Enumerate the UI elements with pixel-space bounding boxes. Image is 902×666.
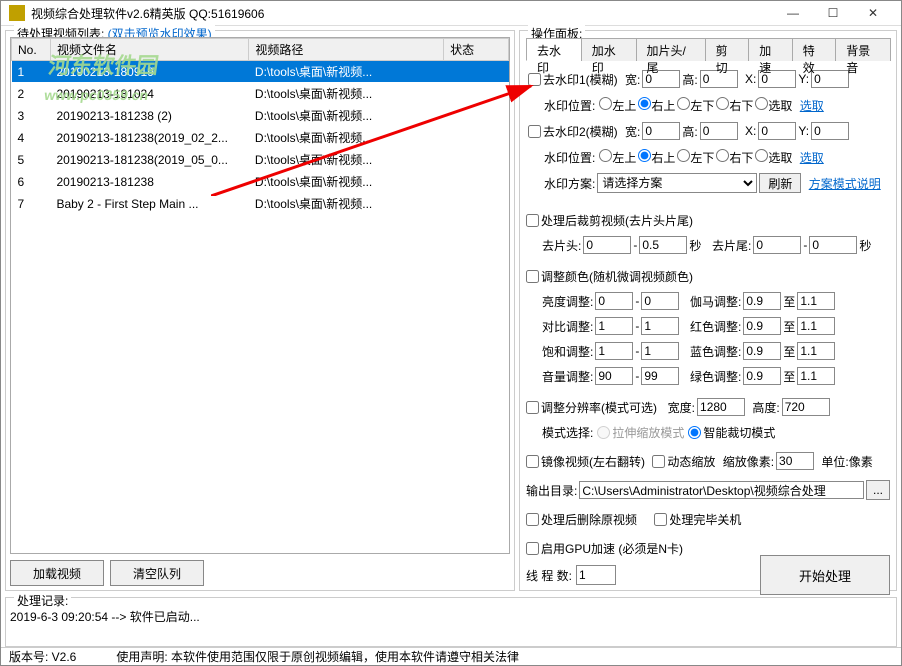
wm2-height[interactable] <box>700 122 738 140</box>
res-mode-smart[interactable] <box>688 426 701 439</box>
color-1-d[interactable] <box>797 317 835 335</box>
wm1pos-0[interactable] <box>599 97 612 110</box>
table-row[interactable]: 7Baby 2 - First Step Main ...D:\tools\桌面… <box>12 193 509 215</box>
wm2-y[interactable] <box>811 122 849 140</box>
tab-4[interactable]: 加速 <box>748 38 793 61</box>
trim-tail1[interactable] <box>753 236 801 254</box>
start-button[interactable]: 开始处理 <box>760 555 890 595</box>
color-2-a[interactable] <box>595 342 633 360</box>
clear-queue-button[interactable]: 清空队列 <box>110 560 204 586</box>
statusbar: 版本号: V2.6 使用声明: 本软件使用范围仅限于原创视频编辑，使用本软件请遵… <box>1 647 901 665</box>
table-row[interactable]: 220190213-181024D:\tools\桌面\新视频... <box>12 83 509 105</box>
color-3-b[interactable] <box>641 367 679 385</box>
color-0-b[interactable] <box>641 292 679 310</box>
table-row[interactable]: 620190213-181238D:\tools\桌面\新视频... <box>12 171 509 193</box>
tab-6[interactable]: 背景音 <box>835 38 891 61</box>
color-2-c[interactable] <box>743 342 781 360</box>
log-line: 2019-6-3 09:20:54 --> 软件已启动... <box>10 608 892 625</box>
app-icon <box>9 5 25 21</box>
table-row[interactable]: 120190213-180919D:\tools\桌面\新视频... <box>12 61 509 83</box>
video-table[interactable]: No. 视频文件名 视频路径 状态 120190213-180919D:\too… <box>10 37 510 554</box>
maximize-button[interactable]: ☐ <box>813 1 853 25</box>
delete-source-checkbox[interactable] <box>526 513 539 526</box>
wm2pos-3[interactable] <box>716 149 729 162</box>
trim-head1[interactable] <box>583 236 631 254</box>
trim-checkbox[interactable] <box>526 214 539 227</box>
log-panel: 处理记录: 2019-6-3 09:20:54 --> 软件已启动... <box>5 597 897 647</box>
tab-0[interactable]: 去水印 <box>526 38 582 61</box>
resolution-checkbox[interactable] <box>526 401 539 414</box>
log-title: 处理记录: <box>14 592 71 609</box>
wm2-width[interactable] <box>642 122 680 140</box>
col-status[interactable]: 状态 <box>444 39 509 61</box>
col-path[interactable]: 视频路径 <box>249 39 444 61</box>
wm1pos-1[interactable] <box>638 97 651 110</box>
color-1-a[interactable] <box>595 317 633 335</box>
refresh-button[interactable]: 刷新 <box>759 173 801 193</box>
wm1-label: 去水印1(模糊) <box>543 71 618 88</box>
minimize-button[interactable]: — <box>773 1 813 25</box>
titlebar: 视频综合处理软件v2.6精英版 QQ:51619606 — ☐ ✕ <box>1 1 901 26</box>
wm2-checkbox[interactable] <box>528 125 541 138</box>
trim-tail2[interactable] <box>809 236 857 254</box>
col-no[interactable]: No. <box>12 39 51 61</box>
res-height[interactable] <box>782 398 830 416</box>
col-name[interactable]: 视频文件名 <box>50 39 248 61</box>
wm1pos-2[interactable] <box>677 97 690 110</box>
trim-head2[interactable] <box>639 236 687 254</box>
wm2-label: 去水印2(模糊) <box>543 123 618 140</box>
res-width[interactable] <box>697 398 745 416</box>
color-3-c[interactable] <box>743 367 781 385</box>
gpu-checkbox[interactable] <box>526 542 539 555</box>
wm2-x[interactable] <box>758 122 796 140</box>
table-row[interactable]: 420190213-181238(2019_02_2...D:\tools\桌面… <box>12 127 509 149</box>
mirror-checkbox[interactable] <box>526 455 539 468</box>
tab-3[interactable]: 剪切 <box>705 38 750 61</box>
color-3-d[interactable] <box>797 367 835 385</box>
plan-select[interactable]: 请选择方案 <box>597 173 757 193</box>
wm1-select-link[interactable]: 选取 <box>800 97 824 114</box>
wm1-y[interactable] <box>811 70 849 88</box>
dynzoom-checkbox[interactable] <box>652 455 665 468</box>
res-mode-stretch <box>597 426 610 439</box>
load-video-button[interactable]: 加载视频 <box>10 560 104 586</box>
tab-2[interactable]: 加片头/尾 <box>636 38 706 61</box>
tab-1[interactable]: 加水印 <box>581 38 637 61</box>
color-checkbox[interactable] <box>526 270 539 283</box>
wm2pos-4[interactable] <box>755 149 768 162</box>
threads-input[interactable] <box>576 565 616 585</box>
color-1-c[interactable] <box>743 317 781 335</box>
close-button[interactable]: ✕ <box>853 1 893 25</box>
tabs: 去水印加水印加片头/尾剪切加速特效背景音 <box>526 37 890 61</box>
color-0-d[interactable] <box>797 292 835 310</box>
plan-mode-link[interactable]: 方案模式说明 <box>809 175 881 192</box>
output-dir-input[interactable] <box>579 481 864 499</box>
wm2pos-0[interactable] <box>599 149 612 162</box>
wm1pos-4[interactable] <box>755 97 768 110</box>
tab-5[interactable]: 特效 <box>792 38 837 61</box>
color-0-c[interactable] <box>743 292 781 310</box>
disclaimer-label: 使用声明: 本软件使用范围仅限于原创视频编辑，使用本软件请遵守相关法律 <box>116 648 519 665</box>
browse-button[interactable]: ... <box>866 480 890 500</box>
color-2-b[interactable] <box>641 342 679 360</box>
shutdown-checkbox[interactable] <box>654 513 667 526</box>
version-label: 版本号: V2.6 <box>9 648 76 665</box>
zoom-px[interactable] <box>776 452 814 470</box>
color-2-d[interactable] <box>797 342 835 360</box>
wm2pos-2[interactable] <box>677 149 690 162</box>
table-row[interactable]: 520190213-181238(2019_05_0...D:\tools\桌面… <box>12 149 509 171</box>
color-0-a[interactable] <box>595 292 633 310</box>
wm2pos-1[interactable] <box>638 149 651 162</box>
table-row[interactable]: 320190213-181238 (2)D:\tools\桌面\新视频... <box>12 105 509 127</box>
color-3-a[interactable] <box>595 367 633 385</box>
wm2-select-link[interactable]: 选取 <box>800 149 824 166</box>
window-title: 视频综合处理软件v2.6精英版 QQ:51619606 <box>31 5 773 22</box>
wm1pos-3[interactable] <box>716 97 729 110</box>
color-1-b[interactable] <box>641 317 679 335</box>
